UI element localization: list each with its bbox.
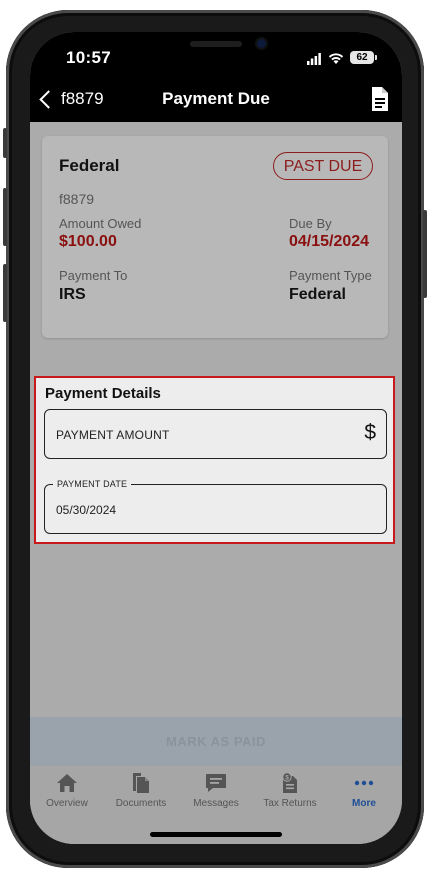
- payment-amount-input[interactable]: PAYMENT AMOUNT $: [44, 409, 387, 459]
- svg-text:$: $: [285, 775, 289, 782]
- wifi-icon: [328, 53, 344, 64]
- page-title: Payment Due: [162, 89, 270, 108]
- payment-details-section: Payment Details PAYMENT AMOUNT $ PAYMENT…: [34, 376, 395, 544]
- battery-indicator: 62: [350, 51, 374, 64]
- dollar-icon: $: [364, 421, 376, 444]
- power-button: [423, 210, 427, 298]
- payment-date-label: PAYMENT DATE: [53, 479, 132, 489]
- tab-tax-returns[interactable]: $ Tax Returns: [253, 766, 327, 820]
- payment-to-label: Payment To: [59, 268, 128, 283]
- status-time: 10:57: [66, 48, 111, 67]
- tab-messages[interactable]: Messages: [179, 766, 253, 820]
- section-title: Payment Details: [45, 385, 161, 402]
- volume-down-button: [3, 264, 7, 322]
- more-icon: [354, 780, 374, 786]
- tab-overview[interactable]: Overview: [30, 766, 104, 820]
- payment-date-value: 05/30/2024: [56, 503, 117, 517]
- tab-more[interactable]: More: [327, 766, 401, 820]
- phone-screen: 10:57 62 f8879 Payment Due Federal PAST …: [30, 32, 402, 844]
- payment-date-input[interactable]: PAYMENT DATE 05/30/2024: [44, 479, 387, 534]
- mark-as-paid-button[interactable]: MARK AS PAID: [30, 717, 402, 766]
- front-camera: [257, 39, 266, 48]
- payment-to-value: IRS: [59, 286, 86, 303]
- tab-label: Overview: [46, 798, 88, 809]
- amount-owed-value: $100.00: [59, 233, 117, 250]
- form-id: f8879: [59, 191, 95, 207]
- tab-label: Tax Returns: [263, 798, 317, 809]
- messages-icon: [206, 774, 226, 792]
- nav-bar: f8879 Payment Due: [30, 80, 402, 122]
- status-bar: 10:57 62: [30, 32, 402, 80]
- battery-tip: [375, 55, 377, 60]
- main-content: Federal PAST DUE f8879 Amount Owed $100.…: [30, 122, 402, 767]
- due-by-value: 04/15/2024: [289, 233, 370, 250]
- tab-label: Documents: [115, 798, 167, 809]
- payment-type-label: Payment Type: [289, 268, 372, 283]
- amount-owed-label: Amount Owed: [59, 216, 142, 231]
- volume-up-button: [3, 188, 7, 246]
- payment-amount-placeholder: PAYMENT AMOUNT: [56, 428, 170, 442]
- documents-icon: [133, 773, 149, 793]
- payment-summary-card: Federal PAST DUE f8879 Amount Owed $100.…: [42, 136, 388, 338]
- tab-label: Messages: [193, 798, 239, 809]
- signal-icon: [307, 53, 321, 65]
- payment-type-value: Federal: [289, 286, 346, 303]
- home-icon: [57, 774, 77, 792]
- status-badge: PAST DUE: [273, 152, 373, 180]
- home-indicator[interactable]: [150, 832, 282, 837]
- mute-switch: [3, 128, 7, 158]
- tab-documents[interactable]: Documents: [104, 766, 178, 820]
- document-icon[interactable]: [370, 86, 390, 112]
- tab-bar: Overview Documents Messages $ Tax Return…: [30, 766, 402, 844]
- due-by-label: Due By: [289, 216, 332, 231]
- card-title: Federal: [59, 156, 120, 175]
- tab-label: More: [352, 798, 376, 809]
- speaker-grille: [190, 41, 242, 47]
- notch: [144, 32, 288, 64]
- tax-returns-icon: $: [282, 772, 297, 793]
